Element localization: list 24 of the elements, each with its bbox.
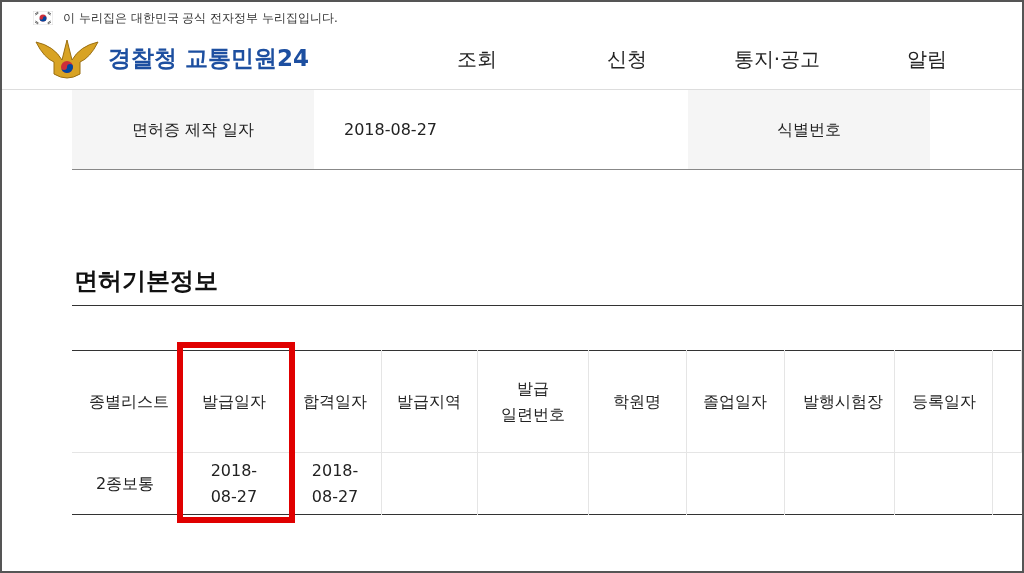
emblem-icon — [34, 37, 100, 80]
column-header: 졸업일자 — [686, 350, 785, 453]
field-label: 식별번호 — [688, 90, 930, 169]
nav-link[interactable]: 알림 — [852, 43, 1002, 74]
column-header: 발급일자 — [178, 350, 290, 453]
column-header: 합격일자 — [289, 350, 381, 453]
column-header: 발급 일련번호 — [477, 350, 589, 453]
nav-link[interactable]: 신청 — [552, 43, 702, 74]
column-header: 종별리스트 — [72, 350, 179, 453]
table-cell: 2018-08-27 — [178, 452, 290, 515]
site-logo-text[interactable]: 경찰청 교통민원24 — [108, 41, 309, 76]
field-label: 면허증 제작 일자 — [72, 90, 314, 169]
column-header: 등록일자 — [894, 350, 993, 453]
section-title: 면허기본정보 — [74, 266, 219, 297]
field-value: 2018-08-27 — [343, 118, 438, 141]
table-cell: 2018-08-27 — [289, 452, 381, 515]
column-header: 학원명 — [588, 350, 687, 453]
banner-text: 이 누리집은 대한민국 공식 전자정부 누리집입니다. — [63, 10, 338, 27]
table-cell: 2종보통 — [72, 452, 179, 515]
column-header: 발급지역 — [381, 350, 478, 453]
nav-link[interactable]: 통지·공고 — [702, 43, 852, 74]
column-header: 발행시험장 — [784, 350, 895, 453]
flag-icon — [33, 11, 53, 25]
nav-link[interactable]: 조회 — [402, 43, 552, 74]
